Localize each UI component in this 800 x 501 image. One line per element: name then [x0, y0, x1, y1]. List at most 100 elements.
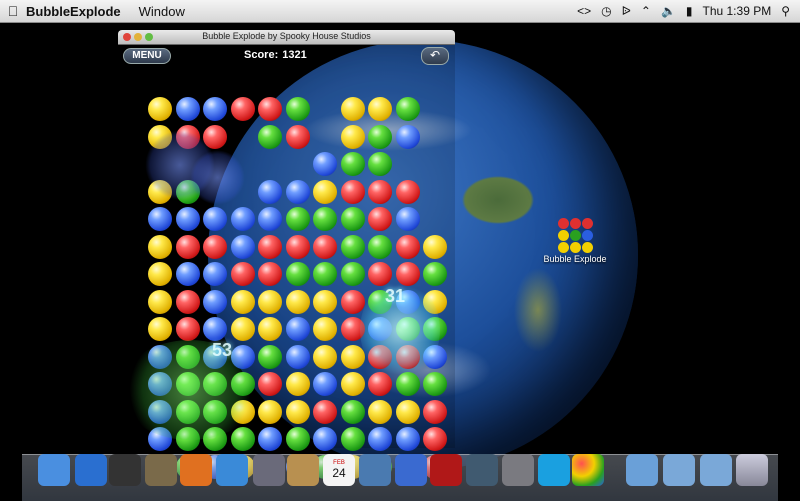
- app-menu[interactable]: BubbleExplode: [26, 4, 121, 19]
- bubble[interactable]: [203, 317, 227, 341]
- bubble[interactable]: [285, 97, 310, 121]
- bubble[interactable]: [258, 97, 282, 121]
- bubble[interactable]: [230, 289, 255, 314]
- iphoto-icon[interactable]: [359, 454, 391, 486]
- clock[interactable]: Thu 1:39 PM: [703, 4, 772, 18]
- bubble[interactable]: [423, 427, 447, 451]
- bubble[interactable]: [148, 289, 172, 314]
- bubble[interactable]: [340, 152, 365, 176]
- bubble[interactable]: [258, 124, 282, 149]
- bubble[interactable]: [148, 97, 172, 121]
- bubble[interactable]: [175, 317, 200, 341]
- system-preferences-icon[interactable]: [502, 454, 534, 486]
- ical-icon[interactable]: FEB 24: [323, 454, 355, 486]
- undo-button[interactable]: ↶: [421, 47, 449, 65]
- spotlight-icon[interactable]: ⚲: [781, 4, 790, 18]
- bubble[interactable]: [423, 372, 447, 396]
- bubble[interactable]: [230, 317, 255, 341]
- bubble[interactable]: [313, 152, 337, 176]
- bubble[interactable]: [340, 289, 365, 314]
- bubble[interactable]: [340, 399, 365, 424]
- bubble[interactable]: [148, 234, 172, 259]
- bubble[interactable]: [230, 427, 255, 451]
- bubble[interactable]: [175, 207, 200, 231]
- safari-icon[interactable]: [216, 454, 248, 486]
- window-menu[interactable]: Window: [139, 4, 185, 19]
- bubble[interactable]: [313, 207, 337, 231]
- time-machine-icon[interactable]: [466, 454, 498, 486]
- photo-booth-icon[interactable]: [430, 454, 462, 486]
- bubble[interactable]: [203, 234, 227, 259]
- bubble[interactable]: [313, 289, 337, 314]
- bubble[interactable]: [285, 289, 310, 314]
- bubble[interactable]: [230, 207, 255, 231]
- bubble[interactable]: [423, 399, 447, 424]
- skype-icon[interactable]: [538, 454, 570, 486]
- bubble[interactable]: [340, 179, 365, 204]
- bubble[interactable]: [423, 234, 447, 259]
- bubble[interactable]: [340, 427, 365, 451]
- bubble[interactable]: [203, 262, 227, 286]
- bubble-explode-icon[interactable]: [572, 454, 604, 486]
- bubble[interactable]: [258, 344, 282, 369]
- bubble[interactable]: [395, 124, 420, 149]
- bubble[interactable]: [313, 427, 337, 451]
- bubble[interactable]: [285, 124, 310, 149]
- window-titlebar[interactable]: Bubble Explode by Spooky House Studios: [118, 30, 455, 45]
- bubble[interactable]: [285, 262, 310, 286]
- bubble[interactable]: [340, 372, 365, 396]
- bubble[interactable]: [258, 207, 282, 231]
- bubble[interactable]: [230, 262, 255, 286]
- bubble[interactable]: [148, 262, 172, 286]
- menu-button[interactable]: MENU: [123, 48, 171, 64]
- bubble[interactable]: [148, 207, 172, 231]
- bubble[interactable]: [313, 262, 337, 286]
- apple-menu-icon[interactable]: : [0, 3, 26, 19]
- bubble[interactable]: [175, 289, 200, 314]
- bubble[interactable]: [285, 427, 310, 451]
- bubble[interactable]: [285, 179, 310, 204]
- bubble[interactable]: [285, 317, 310, 341]
- bubble[interactable]: [368, 124, 392, 149]
- bubble[interactable]: [230, 234, 255, 259]
- bubble[interactable]: [258, 427, 282, 451]
- battery-icon[interactable]: ▮: [686, 4, 693, 18]
- bubble[interactable]: [340, 234, 365, 259]
- bubble[interactable]: [368, 152, 392, 176]
- firefox-icon[interactable]: [180, 454, 212, 486]
- bubble[interactable]: [258, 372, 282, 396]
- bubble[interactable]: [368, 234, 392, 259]
- bubble[interactable]: [258, 234, 282, 259]
- bubble[interactable]: [313, 179, 337, 204]
- bubble[interactable]: [203, 289, 227, 314]
- bubble[interactable]: [395, 234, 420, 259]
- bubble[interactable]: [230, 97, 255, 121]
- finder-icon[interactable]: [38, 454, 70, 486]
- bubble[interactable]: [368, 97, 392, 121]
- bubble[interactable]: [395, 97, 420, 121]
- bubble[interactable]: [340, 207, 365, 231]
- bubble[interactable]: [258, 289, 282, 314]
- bubble[interactable]: [340, 124, 365, 149]
- bubble[interactable]: [395, 399, 420, 424]
- bubble[interactable]: [368, 399, 392, 424]
- bubble[interactable]: [368, 207, 392, 231]
- downloads-folder-icon[interactable]: [700, 454, 732, 486]
- bubble[interactable]: [340, 262, 365, 286]
- bubble[interactable]: [258, 317, 282, 341]
- bubble[interactable]: [368, 179, 392, 204]
- bubble[interactable]: [313, 372, 337, 396]
- applications-folder-icon[interactable]: [626, 454, 658, 486]
- documents-folder-icon[interactable]: [663, 454, 695, 486]
- desktop-icon-bubble-explode[interactable]: Bubble Explode: [540, 218, 610, 264]
- bubble[interactable]: [285, 399, 310, 424]
- bluetooth-icon[interactable]: ᐉ: [622, 4, 631, 18]
- facetime-icon[interactable]: [253, 454, 285, 486]
- bubble[interactable]: [203, 207, 227, 231]
- mail-stamp-icon[interactable]: [145, 454, 177, 486]
- bubble[interactable]: [340, 344, 365, 369]
- bubble[interactable]: [395, 207, 420, 231]
- bubble[interactable]: [395, 179, 420, 204]
- bubble[interactable]: [313, 317, 337, 341]
- itunes-icon[interactable]: [395, 454, 427, 486]
